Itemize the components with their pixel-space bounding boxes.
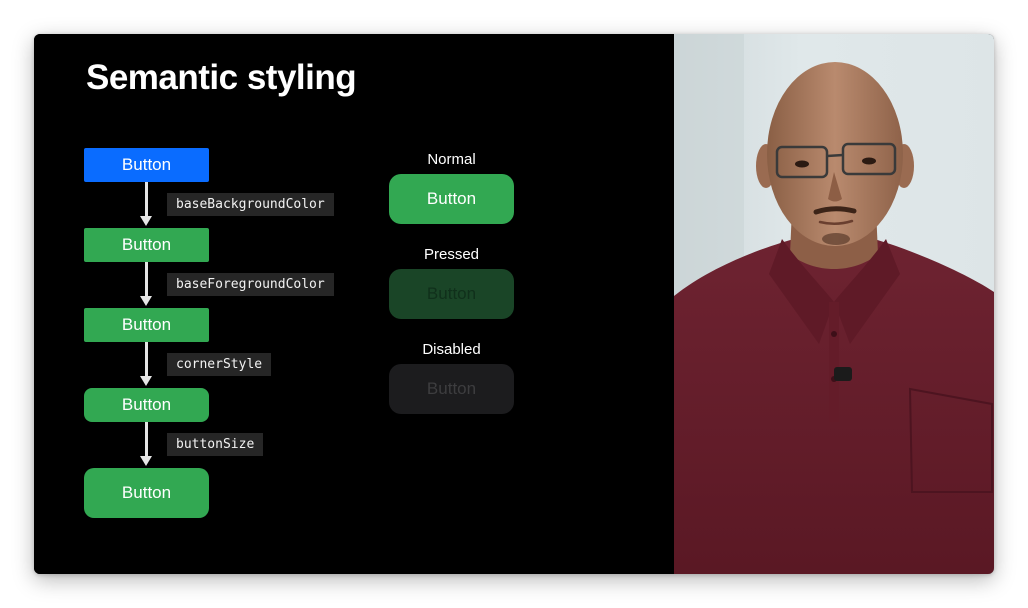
down-arrow-icon [140, 262, 152, 306]
state-label-normal: Normal [427, 151, 476, 168]
state-button-pressed: Button [389, 269, 514, 319]
chain-button-3: Button [84, 308, 209, 342]
state-button-normal: Button [389, 174, 514, 224]
video-frame: Semantic styling Button baseBackgroundCo… [34, 34, 994, 574]
down-arrow-icon [140, 422, 152, 466]
slide: Semantic styling Button baseBackgroundCo… [34, 34, 674, 574]
presenter-illustration [674, 34, 994, 574]
chain-button-4: Button [84, 388, 209, 422]
state-button-disabled: Button [389, 364, 514, 414]
chain-button-5: Button [84, 468, 209, 518]
property-base-foreground-color: baseForegroundColor [167, 273, 334, 296]
down-arrow-icon [140, 182, 152, 226]
down-arrow-icon [140, 342, 152, 386]
property-button-size: buttonSize [167, 433, 264, 456]
state-label-pressed: Pressed [423, 246, 480, 263]
property-corner-style: cornerStyle [167, 353, 272, 376]
presenter-video [674, 34, 994, 574]
property-base-background-color: baseBackgroundColor [167, 193, 334, 216]
chain-button-1: Button [84, 148, 209, 182]
state-label-disabled: Disabled [422, 341, 481, 358]
chain-button-2: Button [84, 228, 209, 262]
slide-title: Semantic styling [86, 58, 357, 97]
